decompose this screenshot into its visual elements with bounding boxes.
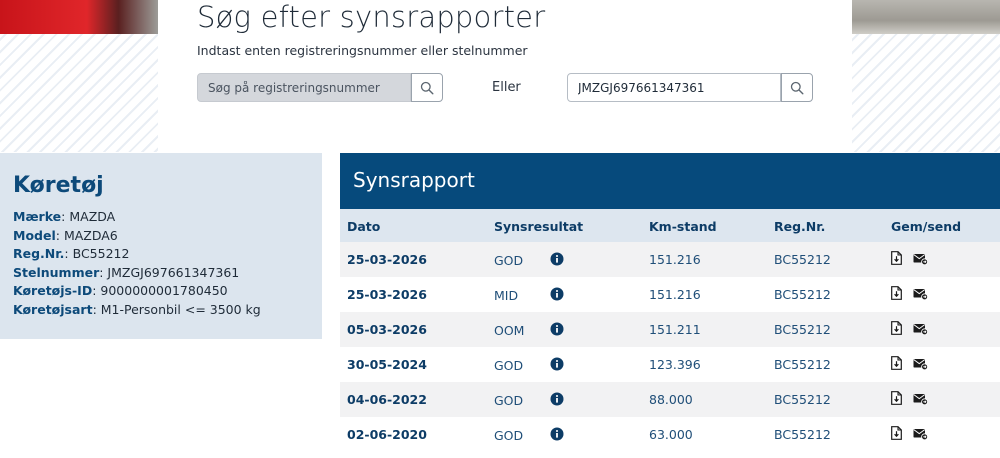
send-mail-icon[interactable] [913, 288, 928, 300]
cell-reg: BC55212 [774, 252, 831, 267]
column-header-reg: Reg.Nr. [774, 219, 826, 234]
info-icon[interactable] [550, 252, 564, 266]
vehicle-detail-row: Reg.Nr.: BC55212 [13, 246, 261, 265]
cell-result: MID [494, 288, 519, 303]
vehicle-detail-key: Reg.Nr. [13, 246, 65, 261]
table-row: 05-03-2026 OOM 151.211 BC55212 [340, 312, 1000, 347]
vehicle-detail-value: M1-Personbil <= 3500 kg [100, 301, 261, 317]
column-header-date: Dato [347, 219, 381, 234]
table-row: 30-05-2024 GOD 123.396 BC55212 [340, 347, 1000, 382]
vehicle-detail-separator: : [92, 301, 101, 317]
vehicle-detail-value: 9000000001780450 [100, 283, 228, 298]
cell-date: 05-03-2026 [347, 322, 427, 337]
page-title: Søg efter synsrapporter [197, 0, 546, 34]
cell-km: 151.216 [649, 252, 701, 267]
table-row: 25-03-2026 MID 151.216 BC55212 [340, 277, 1000, 312]
vehicle-detail-key: Model [13, 227, 56, 243]
download-document-icon[interactable] [891, 356, 902, 370]
send-mail-icon[interactable] [913, 428, 928, 440]
search-icon [420, 81, 434, 95]
search-card: Søg efter synsrapporter Indtast enten re… [158, 0, 852, 152]
table-row: 25-03-2026 GOD 151.216 BC55212 [340, 242, 1000, 277]
cell-result: OOM [494, 323, 525, 338]
vehicle-detail-value: MAZDA6 [63, 227, 118, 243]
vehicle-detail-key: Køretøjsart [13, 301, 93, 317]
vehicle-detail-value: MAZDA [69, 209, 116, 224]
cell-reg: BC55212 [774, 287, 831, 302]
cell-km: 123.396 [649, 357, 701, 372]
vehicle-detail-separator: : [64, 246, 73, 261]
cell-reg: BC55212 [774, 392, 831, 407]
vin-search-button[interactable] [781, 73, 813, 102]
car-photo-left [0, 0, 158, 34]
vin-input[interactable] [567, 73, 781, 102]
download-document-icon[interactable] [891, 286, 902, 300]
vehicle-detail-row: Stelnummer: JMZGJ697661347361 [13, 265, 261, 284]
search-icon [790, 81, 804, 95]
cell-reg: BC55212 [774, 322, 831, 337]
vehicle-detail-key: Mærke [13, 209, 62, 224]
cell-km: 151.216 [649, 287, 701, 302]
table-row: 04-06-2022 GOD 88.000 BC55212 [340, 382, 1000, 417]
vehicle-detail-row: Køretøjsart: M1-Personbil <= 3500 kg [13, 302, 261, 321]
vehicle-detail-value: BC55212 [72, 246, 130, 261]
registration-number-input[interactable] [197, 73, 411, 102]
vehicle-detail-value: JMZGJ697661347361 [107, 264, 240, 280]
cell-reg: BC55212 [774, 427, 831, 442]
vehicle-title: Køretøj [13, 173, 104, 198]
download-document-icon[interactable] [891, 321, 902, 335]
info-icon[interactable] [550, 427, 564, 441]
cell-date: 30-05-2024 [347, 357, 427, 372]
table-row: 02-06-2020 GOD 63.000 BC55212 [340, 417, 1000, 452]
cell-km: 88.000 [649, 392, 693, 407]
cell-date: 04-06-2022 [347, 392, 427, 407]
report-header: Synsrapport [340, 153, 1000, 209]
vehicle-panel: Køretøj Mærke: MAZDA Model: MAZDA6 Reg.Nr.… [0, 153, 322, 339]
info-icon[interactable] [550, 357, 564, 371]
info-icon[interactable] [550, 392, 564, 406]
download-document-icon[interactable] [891, 251, 902, 265]
report-panel: Synsrapport Dato Synsresultat Km-stand R… [340, 153, 1000, 458]
vehicle-detail-row: Model: MAZDA6 [13, 228, 261, 247]
download-document-icon[interactable] [891, 426, 902, 440]
vehicle-detail-row: Køretøjs-ID: 9000000001780450 [13, 283, 261, 302]
send-mail-icon[interactable] [913, 323, 928, 335]
info-icon[interactable] [550, 322, 564, 336]
vehicle-detail-key: Køretøjs-ID [13, 283, 93, 298]
cell-date: 25-03-2026 [347, 252, 427, 267]
report-title: Synsrapport [353, 168, 475, 192]
cell-reg: BC55212 [774, 357, 831, 372]
table-header: Dato Synsresultat Km-stand Reg.Nr. Gem/s… [340, 209, 1000, 242]
column-header-save-send: Gem/send [891, 219, 962, 234]
cell-km: 151.211 [649, 322, 701, 337]
vehicle-detail-row: Mærke: MAZDA [13, 209, 261, 228]
registration-search-button[interactable] [411, 73, 443, 102]
send-mail-icon[interactable] [913, 358, 928, 370]
cell-result: GOD [494, 428, 524, 443]
cell-km: 63.000 [649, 427, 693, 442]
search-subtitle: Indtast enten registreringsnummer eller … [197, 43, 528, 58]
cell-date: 25-03-2026 [347, 287, 427, 302]
vehicle-details: Mærke: MAZDA Model: MAZDA6 Reg.Nr.: BC5521… [13, 209, 261, 320]
column-header-result: Synsresultat [494, 219, 584, 234]
cell-date: 02-06-2020 [347, 427, 427, 442]
car-photo-right [852, 0, 1000, 34]
cell-result: GOD [494, 358, 524, 373]
send-mail-icon[interactable] [913, 393, 928, 405]
vehicle-detail-separator: : [55, 227, 64, 243]
send-mail-icon[interactable] [913, 253, 928, 265]
cell-result: GOD [494, 253, 524, 268]
column-header-km: Km-stand [649, 219, 717, 234]
vehicle-detail-key: Stelnummer [13, 264, 100, 280]
info-icon[interactable] [550, 287, 564, 301]
download-document-icon[interactable] [891, 391, 902, 405]
or-label: Eller [492, 80, 521, 95]
cell-result: GOD [494, 393, 524, 408]
